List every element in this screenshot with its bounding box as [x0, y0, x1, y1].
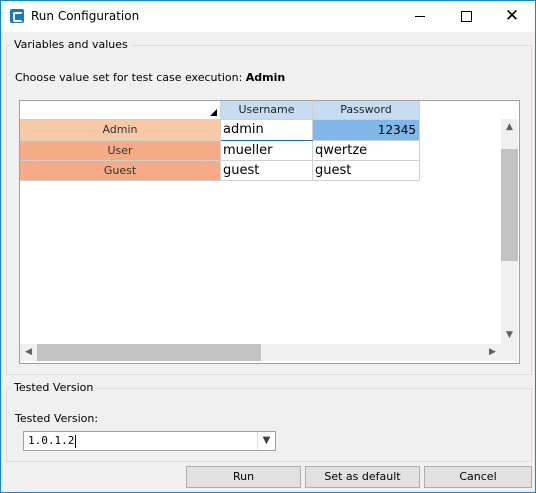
app-logo-icon — [10, 9, 24, 23]
set-as-default-button[interactable]: Set as default — [305, 466, 420, 488]
cell-admin-password[interactable]: 12345 — [313, 120, 420, 141]
minimize-button[interactable] — [397, 1, 443, 32]
window-title: Run Configuration — [31, 9, 140, 23]
corner-triangle-icon — [210, 109, 217, 116]
close-icon: ✕ — [504, 6, 520, 26]
minimize-icon — [415, 16, 425, 17]
cell-user-username[interactable]: mueller — [221, 141, 313, 161]
column-header-username[interactable]: Username — [221, 101, 313, 120]
choose-value-set-label: Choose value set for test case execution… — [15, 71, 285, 84]
row-header-guest[interactable]: Guest — [20, 161, 221, 181]
row-header-user[interactable]: User — [20, 141, 221, 161]
tested-version-combobox[interactable]: 1.0.1.2 ▼ — [23, 431, 276, 451]
scrollbar-corner — [501, 344, 518, 361]
tested-version-value[interactable]: 1.0.1.2 — [28, 434, 74, 447]
cell-guest-password[interactable]: guest — [313, 161, 420, 181]
run-configuration-window: Run Configuration ✕ Variables and values… — [0, 0, 536, 493]
vertical-scrollbar[interactable]: ▲ ▼ — [501, 119, 518, 344]
cell-admin-username[interactable]: admin — [221, 120, 313, 141]
variables-group-title: Variables and values — [11, 38, 131, 51]
close-button[interactable]: ✕ — [489, 1, 535, 32]
choose-value-set-prefix: Choose value set for test case execution… — [15, 71, 243, 84]
grid-corner-cell[interactable] — [20, 101, 221, 120]
title-bar: Run Configuration ✕ — [1, 1, 535, 32]
tested-version-label: Tested Version: — [15, 412, 99, 425]
chevron-down-icon[interactable]: ▼ — [257, 432, 275, 450]
scroll-down-icon[interactable]: ▼ — [501, 327, 518, 344]
text-caret — [75, 434, 77, 448]
scroll-right-icon[interactable]: ▶ — [484, 344, 501, 361]
values-grid: Username Password Admin admin 12345 User… — [19, 100, 520, 364]
tested-version-value-wrap[interactable]: 1.0.1.2 — [28, 434, 77, 448]
cell-user-password[interactable]: qwertze — [313, 141, 420, 161]
scroll-up-icon[interactable]: ▲ — [501, 119, 518, 136]
cell-guest-username[interactable]: guest — [221, 161, 313, 181]
selected-value-set: Admin — [245, 71, 286, 84]
run-button[interactable]: Run — [186, 466, 301, 488]
scroll-left-icon[interactable]: ◀ — [20, 344, 37, 361]
row-header-admin[interactable]: Admin — [20, 120, 221, 141]
tested-version-group-title: Tested Version — [11, 381, 97, 394]
maximize-button[interactable] — [443, 1, 489, 32]
maximize-icon — [461, 11, 472, 22]
vertical-scroll-thumb[interactable] — [501, 149, 518, 261]
horizontal-scrollbar[interactable]: ◀ ▶ — [20, 344, 501, 361]
column-header-password[interactable]: Password — [313, 101, 420, 120]
horizontal-scroll-thumb[interactable] — [37, 344, 261, 361]
cancel-button[interactable]: Cancel — [424, 466, 532, 488]
